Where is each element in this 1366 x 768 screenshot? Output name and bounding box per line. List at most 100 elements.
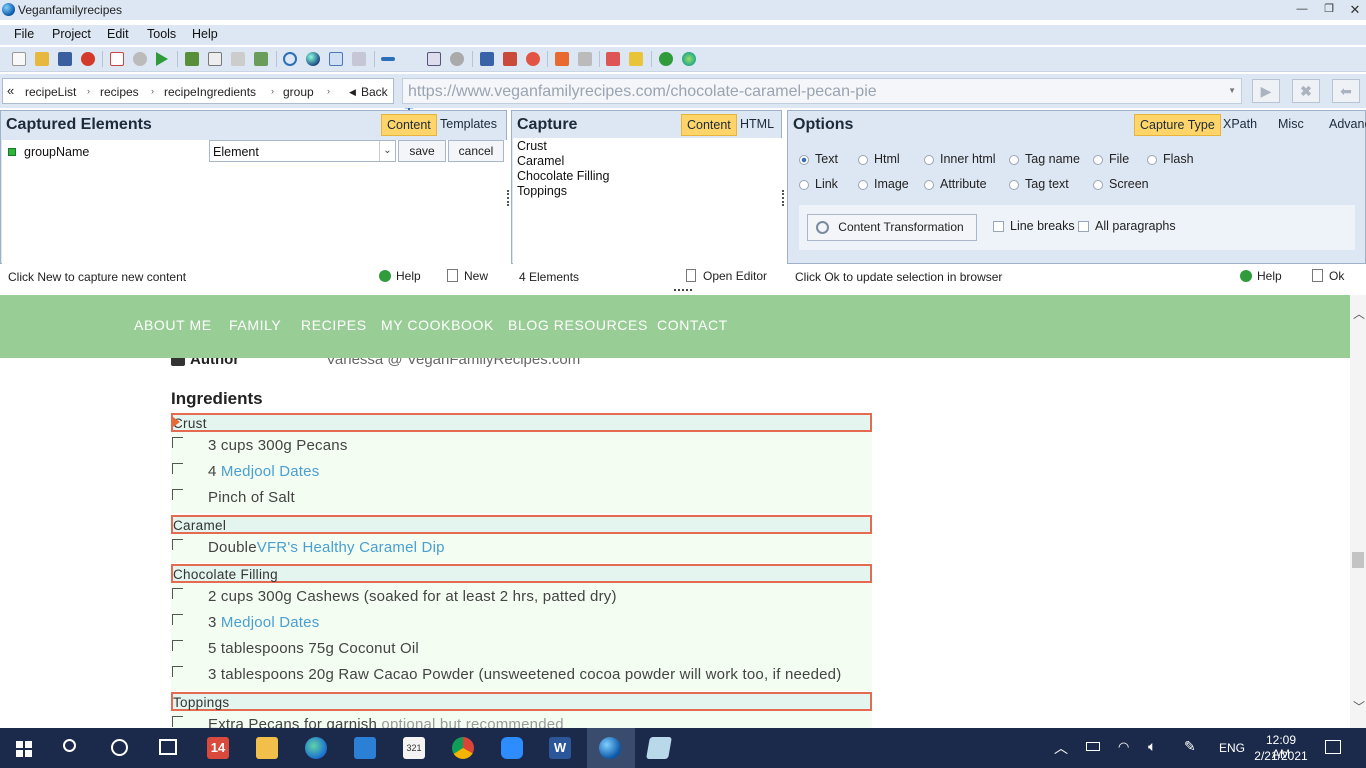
list-item[interactable]: Crust [517, 139, 778, 154]
mail-icon[interactable] [354, 737, 376, 759]
refresh-icon[interactable] [352, 52, 366, 66]
search-icon[interactable] [283, 52, 297, 66]
chevron-down-icon[interactable]: ⌄ [379, 141, 395, 161]
open-folder-icon[interactable] [35, 52, 49, 66]
open-editor-button[interactable]: Open Editor [703, 269, 767, 283]
ingredient-link[interactable]: Medjool Dates [221, 463, 319, 480]
list-item[interactable]: Chocolate Filling [517, 169, 778, 184]
tab-advanced[interactable]: Advanced [1324, 114, 1366, 134]
chrome-icon[interactable] [452, 737, 474, 759]
help-icon[interactable] [379, 270, 391, 282]
file-explorer-icon[interactable] [256, 737, 278, 759]
tab-capture-type[interactable]: Capture Type [1134, 114, 1221, 136]
nav-recipes[interactable]: RECIPES [301, 317, 367, 333]
word-icon[interactable]: W [549, 737, 571, 759]
language-indicator[interactable]: ENG [1219, 741, 1245, 755]
tab-misc[interactable]: Misc [1273, 114, 1309, 134]
group-caramel[interactable]: Caramel [171, 515, 872, 534]
line-breaks-checkbox[interactable] [993, 221, 1004, 232]
tab-xpath[interactable]: XPath [1218, 114, 1262, 134]
tab-content[interactable]: Content [681, 114, 737, 136]
record-icon[interactable] [526, 52, 540, 66]
calendar-icon[interactable]: 14 [207, 737, 229, 759]
nav-blog-resources[interactable]: BLOG RESOURCES [508, 317, 648, 333]
back-button[interactable]: Back [361, 85, 388, 99]
nav-family[interactable]: FAMILY [229, 317, 281, 333]
wifi-icon[interactable]: ◠ [1118, 739, 1129, 755]
radio-html[interactable] [858, 155, 868, 165]
ok-button[interactable]: Ok [1329, 269, 1344, 283]
notepad-icon[interactable] [646, 737, 672, 759]
breadcrumb-item-recipeingredients[interactable]: recipeIngredients [164, 85, 256, 99]
clock-date[interactable]: 2/21/2021 [1252, 749, 1310, 763]
breadcrumb-item-recipelist[interactable]: recipeList [25, 85, 76, 99]
group-chocolate-filling[interactable]: Chocolate Filling [171, 564, 872, 583]
notification-icon[interactable] [1325, 740, 1341, 754]
cortana-icon[interactable] [111, 739, 128, 756]
tab-html[interactable]: HTML [735, 114, 779, 134]
volume-icon[interactable]: 🔈︎ [1148, 738, 1156, 755]
web-icon[interactable] [682, 52, 696, 66]
ingredient-checkbox[interactable] [172, 588, 183, 599]
settings-icon[interactable] [450, 52, 464, 66]
calculator-icon[interactable]: 321 [403, 737, 425, 759]
radio-attribute[interactable] [924, 180, 934, 190]
menu-help[interactable]: Help [192, 27, 218, 41]
radio-text[interactable] [799, 155, 809, 165]
arrow-left-icon[interactable]: ⬅ [1332, 79, 1360, 103]
pointer-icon[interactable] [555, 52, 569, 66]
battery-icon[interactable] [1086, 742, 1100, 751]
wand-icon[interactable] [606, 52, 620, 66]
checklist-icon[interactable] [110, 52, 124, 66]
radio-inner-html[interactable] [924, 155, 934, 165]
ingredient-checkbox[interactable] [172, 716, 183, 727]
breadcrumb-item-recipes[interactable]: recipes [100, 85, 139, 99]
search-icon[interactable] [63, 739, 76, 752]
help-icon[interactable] [1240, 270, 1252, 282]
menu-project[interactable]: Project [52, 27, 91, 41]
list-item[interactable]: Caramel [517, 154, 778, 169]
ingredient-checkbox[interactable] [172, 640, 183, 651]
stop-icon[interactable] [81, 52, 95, 66]
close-icon[interactable]: ✕ [1345, 2, 1365, 17]
tool-icon[interactable] [578, 52, 592, 66]
cancel-button[interactable]: cancel [448, 140, 504, 162]
help-icon[interactable] [659, 52, 673, 66]
group-crust[interactable]: Crust [171, 413, 872, 432]
play-icon[interactable] [156, 52, 168, 66]
save-icon[interactable] [58, 52, 72, 66]
url-field[interactable]: https://www.veganfamilyrecipes.com/choco… [402, 78, 1242, 104]
radio-tag-text[interactable] [1009, 180, 1019, 190]
zoom-icon[interactable] [501, 737, 523, 759]
breadcrumb-collapse-icon[interactable]: « [7, 83, 14, 98]
group-toppings[interactable]: Toppings [171, 692, 872, 711]
edge-icon[interactable] [305, 737, 327, 759]
play-icon[interactable]: ▶ [1252, 79, 1280, 103]
help-link[interactable]: Help [396, 269, 421, 283]
table-icon[interactable] [503, 52, 517, 66]
grid-icon[interactable] [208, 52, 222, 66]
scroll-up-icon[interactable]: ︿ [1353, 305, 1365, 322]
tab-templates[interactable]: Templates [435, 114, 502, 134]
radio-screen[interactable] [1093, 180, 1103, 190]
ingredient-checkbox[interactable] [172, 666, 183, 677]
ok-icon[interactable] [1312, 269, 1323, 282]
nav-my-cookbook[interactable]: MY COOKBOOK [381, 317, 494, 333]
layout-icon[interactable] [480, 52, 494, 66]
window-icon[interactable] [427, 52, 441, 66]
splitter-handle[interactable] [674, 289, 692, 292]
list-item[interactable]: Toppings [517, 184, 778, 199]
scroll-thumb[interactable] [1352, 552, 1364, 568]
radio-link[interactable] [799, 180, 809, 190]
new-file-icon[interactable] [12, 52, 26, 66]
chevron-up-icon[interactable]: ︿ [1054, 738, 1068, 758]
splitter-handle[interactable] [782, 190, 785, 206]
copy-icon[interactable] [231, 52, 245, 66]
user-lock-icon[interactable] [629, 52, 643, 66]
all-paragraphs-checkbox[interactable] [1078, 221, 1089, 232]
radio-image[interactable] [858, 180, 868, 190]
restore-icon[interactable]: ❐ [1319, 2, 1339, 17]
scroll-down-icon[interactable]: ﹀ [1353, 698, 1365, 715]
back-arrow-icon[interactable]: ◀ [349, 87, 356, 98]
minus-icon[interactable] [381, 57, 395, 61]
